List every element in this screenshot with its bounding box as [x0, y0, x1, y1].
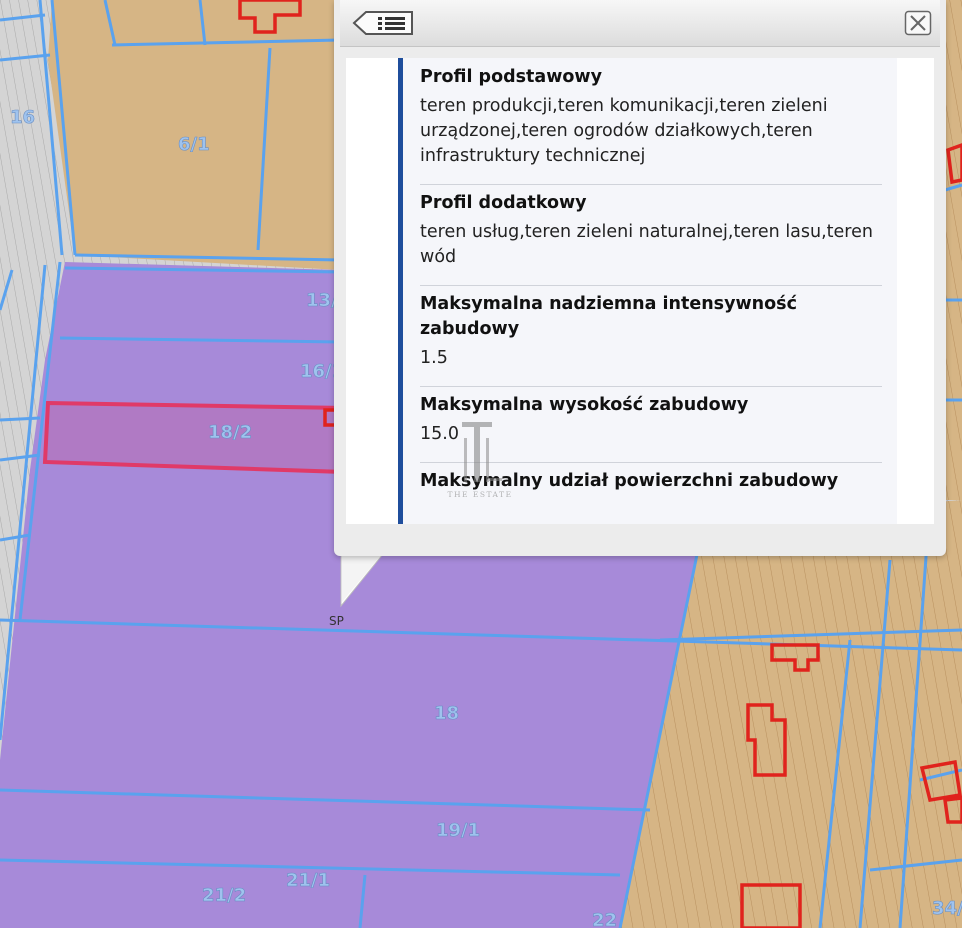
- field-basic-profile: Profil podstawowy teren produkcji,teren …: [420, 58, 882, 185]
- field-max-coverage: Maksymalny udział powierzchni zabudowy: [420, 463, 882, 513]
- sp-symbol-label: SP: [329, 614, 344, 628]
- field-max-height: Maksymalna wysokość zabudowy 15.0: [420, 387, 882, 463]
- parcel-label: 22: [592, 910, 617, 928]
- field-title: Maksymalny udział powierzchni zabudowy: [420, 471, 839, 491]
- parcel-label: 6/1: [178, 134, 210, 155]
- field-value: 1.5: [420, 348, 448, 368]
- field-title: Profil podstawowy: [420, 67, 602, 87]
- field-title: Maksymalna wysokość zabudowy: [420, 395, 749, 415]
- parcel-label: 18: [434, 703, 459, 724]
- parcel-label: 16: [10, 107, 35, 128]
- close-button[interactable]: [904, 10, 932, 36]
- field-value: 15.0: [420, 424, 459, 444]
- close-icon: [904, 10, 932, 36]
- popup-body[interactable]: Profil podstawowy teren produkcji,teren …: [346, 58, 934, 524]
- field-additional-profile: Profil dodatkowy teren usług,teren ziele…: [420, 185, 882, 286]
- popup-tail: [340, 554, 384, 608]
- parcel-label: 21/2: [202, 885, 246, 906]
- parcel-label: 34/: [932, 898, 962, 919]
- parcel-label: 19/1: [436, 820, 480, 841]
- field-title: Maksymalna nadziemna intensywność zabudo…: [420, 294, 797, 339]
- back-button[interactable]: [352, 10, 414, 36]
- selected-parcel-18-2[interactable]: [42, 400, 347, 475]
- info-popup: Profil podstawowy teren produkcji,teren …: [334, 0, 946, 556]
- attributes-panel[interactable]: Profil podstawowy teren produkcji,teren …: [398, 58, 897, 524]
- field-max-intensity: Maksymalna nadziemna intensywność zabudo…: [420, 286, 882, 387]
- field-value: teren produkcji,teren komunikacji,teren …: [420, 96, 828, 166]
- field-value: teren usług,teren zieleni naturalnej,ter…: [420, 222, 873, 267]
- field-title: Profil dodatkowy: [420, 193, 587, 213]
- popup-header: [340, 0, 940, 47]
- parcel-label: 21/1: [286, 870, 330, 891]
- parcel-label: 18/2: [208, 422, 252, 443]
- list-back-icon: [352, 11, 413, 35]
